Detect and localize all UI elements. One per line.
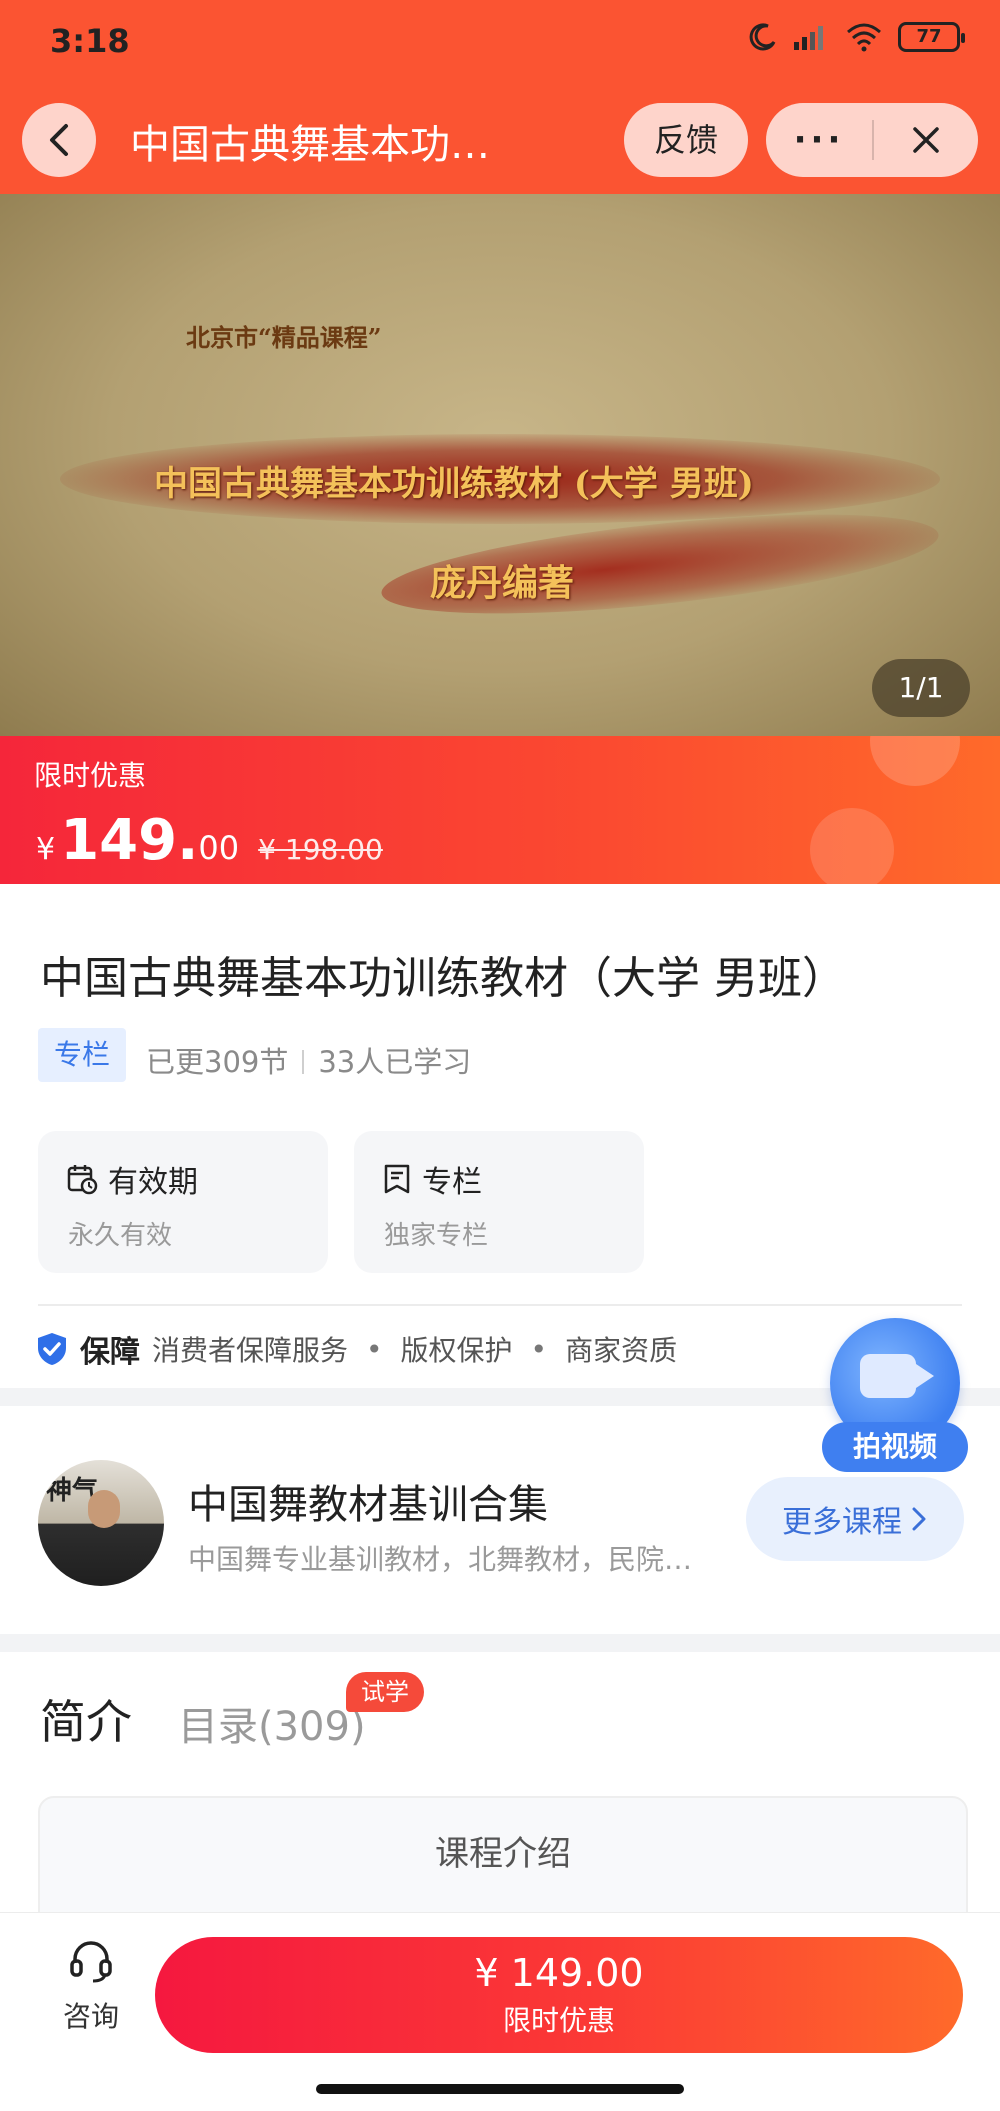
- currency-symbol: ¥: [36, 832, 56, 867]
- top-bar: 3:18 77 中国古典舞基本功… 反馈 ···: [0, 0, 1000, 194]
- intro-card: 课程介绍: [38, 1796, 968, 1926]
- tab-catalog[interactable]: 目录(309): [178, 1694, 366, 1752]
- buy-label: 限时优惠: [502, 2004, 615, 2037]
- guarantee-item: 消费者保障服务: [152, 1334, 349, 1367]
- buy-button[interactable]: ¥ 149.00 限时优惠: [155, 1937, 963, 2053]
- shield-check-icon: [38, 1333, 66, 1365]
- cover-subtitle: 北京市“精品课程”: [186, 323, 382, 352]
- course-meta: 已更309节 33人已学习: [146, 1039, 471, 1081]
- buy-price: ¥ 149.00: [474, 1951, 644, 1995]
- learner-count: 33人已学习: [318, 1045, 472, 1079]
- price-decimal: 00: [198, 829, 240, 867]
- detail-section: 简介 目录(309) 试学 课程介绍: [0, 1652, 1000, 1926]
- column-value: 独家专栏: [384, 1221, 489, 1251]
- separator-dot: •: [366, 1332, 383, 1366]
- moon-icon: [749, 23, 776, 51]
- close-button[interactable]: [874, 103, 978, 177]
- type-badge: 专栏: [38, 1028, 126, 1082]
- price-banner: 限时优惠 ¥ 149.00 ¥ 198.00: [0, 736, 1000, 884]
- close-icon: [913, 127, 939, 153]
- nav-title: 中国古典舞基本功…: [130, 122, 490, 168]
- author-name: 中国舞教材基训合集: [188, 1482, 548, 1528]
- shoot-video-button[interactable]: 拍视频: [822, 1318, 972, 1472]
- battery-indicator: 77: [898, 22, 965, 52]
- calendar-clock-icon: [67, 1165, 98, 1195]
- promo-tag: 限时优惠: [34, 759, 147, 792]
- meta-divider: [302, 1050, 305, 1074]
- more-courses-label: 更多课程: [782, 1505, 902, 1540]
- home-indicator: [316, 2084, 684, 2094]
- image-counter: 1/1: [872, 659, 970, 717]
- shoot-video-label: 拍视频: [822, 1422, 968, 1472]
- chevron-right-icon: [912, 1507, 926, 1531]
- guarantee-item: 版权保护: [400, 1334, 513, 1367]
- consult-label: 咨询: [62, 2000, 119, 2033]
- guarantee-label: 保障: [80, 1335, 140, 1370]
- chevron-left-icon: [50, 124, 68, 156]
- validity-title: 有效期: [108, 1165, 198, 1200]
- consult-button[interactable]: 咨询: [58, 1937, 124, 2035]
- more-courses-button[interactable]: 更多课程: [746, 1477, 964, 1561]
- guarantee-row[interactable]: 保障 消费者保障服务 • 版权保护 • 商家资质: [36, 1327, 677, 1371]
- original-price: ¥ 198.00: [258, 833, 383, 866]
- intro-header: 课程介绍: [435, 1834, 571, 1874]
- avatar[interactable]: 神气: [38, 1460, 164, 1586]
- tab-intro[interactable]: 简介: [40, 1686, 132, 1752]
- back-button[interactable]: [22, 103, 96, 177]
- column-doc-icon: [384, 1164, 410, 1194]
- wifi-icon: [847, 23, 881, 52]
- column-box: 专栏 独家专栏: [354, 1131, 644, 1273]
- status-time: 3:18: [50, 22, 130, 60]
- decor-bubble: [870, 736, 960, 786]
- more-button[interactable]: ···: [766, 103, 872, 177]
- video-camera-icon: [860, 1354, 934, 1398]
- bottom-action-bar: 咨询 ¥ 149.00 限时优惠: [0, 1912, 1000, 2111]
- decor-bubble: [810, 808, 894, 884]
- headset-icon: [70, 1941, 112, 1983]
- course-title: 中国古典舞基本功训练教材（大学 男班）: [40, 953, 846, 1004]
- avatar-face: [88, 1490, 120, 1528]
- validity-value: 永久有效: [68, 1221, 173, 1251]
- separator-dot: •: [530, 1332, 548, 1366]
- signal-icon: [794, 26, 823, 50]
- cover-author: 庞丹编著: [430, 562, 575, 604]
- status-icons: 77: [748, 22, 965, 52]
- update-count: 已更309节: [146, 1045, 289, 1079]
- tab-intro-label: 简介: [40, 1695, 132, 1749]
- author-description: 中国舞专业基训教材，北舞教材，民院…: [188, 1543, 693, 1576]
- mini-program-capsule: ···: [766, 103, 978, 177]
- course-info-card: 中国古典舞基本功训练教材（大学 男班） 专栏 已更309节 33人已学习 有效期 …: [0, 884, 1000, 1388]
- validity-box: 有效期 永久有效: [38, 1131, 328, 1273]
- trial-badge: 试学: [346, 1672, 424, 1712]
- price-integer: 149.: [60, 808, 199, 873]
- current-price: ¥ 149.00 ¥ 198.00: [36, 808, 383, 873]
- course-cover-banner[interactable]: 北京市“精品课程” 中国古典舞基本功训练教材 (大学 男班) 庞丹编著 1/1: [0, 194, 1000, 736]
- divider: [38, 1304, 962, 1306]
- feedback-button[interactable]: 反馈: [624, 103, 748, 177]
- cover-title: 中国古典舞基本功训练教材 (大学 男班): [154, 464, 754, 504]
- column-title: 专栏: [422, 1165, 482, 1200]
- guarantee-item: 商家资质: [565, 1334, 678, 1367]
